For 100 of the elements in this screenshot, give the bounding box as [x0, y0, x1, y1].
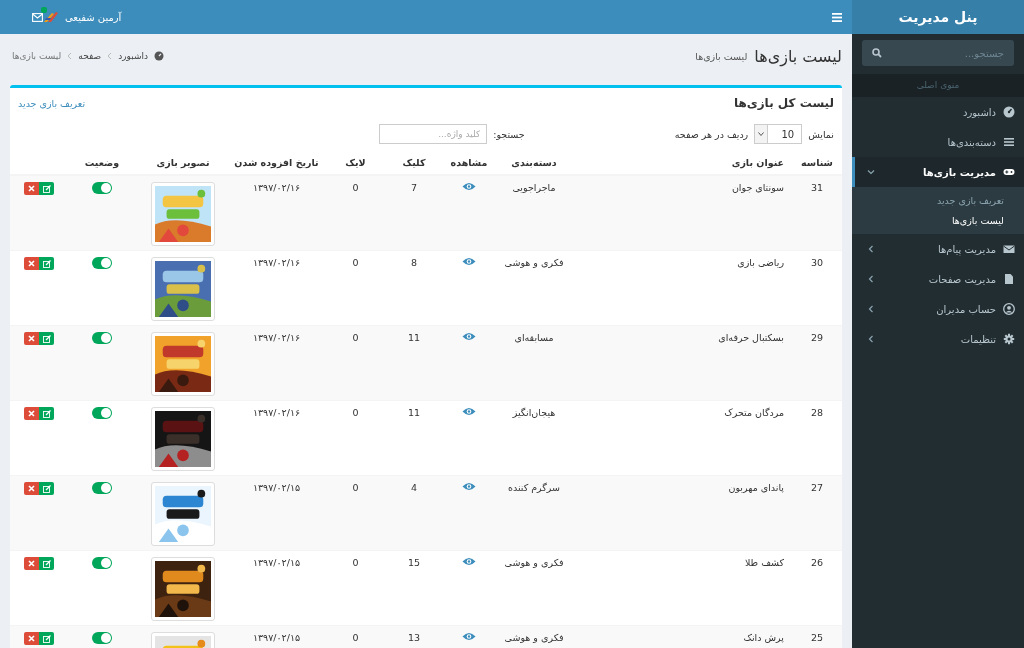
eye-icon[interactable] — [462, 407, 476, 416]
table-cell: ۱۳۹۷/۰۲/۱۵ — [252, 632, 301, 643]
table-cell: 27 — [810, 482, 824, 493]
menu-item[interactable]: داشبورد — [852, 97, 1024, 127]
table-cell: 25 — [810, 632, 824, 643]
close-icon — [28, 485, 35, 492]
table-cell: 11 — [407, 407, 421, 418]
status-toggle[interactable] — [92, 632, 112, 644]
file-icon — [1003, 273, 1015, 285]
envelope-icon — [1003, 243, 1015, 255]
table-cell: 29 — [810, 332, 824, 343]
eye-icon[interactable] — [462, 632, 476, 641]
caret-icon — [867, 305, 875, 313]
table-cell: فکری و هوشی — [504, 632, 564, 643]
edit-button[interactable] — [39, 332, 54, 345]
table-cell: ۱۳۹۷/۰۲/۱۶ — [252, 257, 301, 268]
box-title: لیست کل بازی‌ها — [733, 96, 834, 110]
breadcrumb-item: لیست بازی‌ها — [12, 51, 62, 61]
edit-button[interactable] — [39, 182, 54, 195]
dashboard-icon — [153, 51, 164, 61]
close-icon — [28, 560, 35, 567]
table-cell: 4 — [410, 482, 417, 493]
edit-button[interactable] — [39, 257, 54, 270]
status-toggle[interactable] — [92, 482, 112, 494]
caret-icon — [867, 245, 875, 253]
table-cell: 26 — [810, 557, 824, 568]
caret-icon — [867, 168, 875, 176]
edit-button[interactable] — [39, 407, 54, 420]
table-cell: 8 — [410, 257, 417, 268]
search-icon[interactable] — [872, 48, 882, 58]
chevron-icon — [67, 52, 73, 60]
table-cell: 30 — [810, 257, 824, 268]
length-label: ردیف در هر صفحه — [674, 128, 749, 140]
table-cell: کشف طلا — [744, 557, 784, 568]
delete-button[interactable] — [24, 182, 39, 195]
table-cell: 0 — [352, 407, 359, 418]
eye-icon[interactable] — [462, 257, 476, 266]
edit-icon — [42, 259, 51, 268]
table-cell: بسکتبال حرفه‌ای — [718, 332, 784, 343]
delete-button[interactable] — [24, 257, 39, 270]
user-name[interactable]: آرمین شفیعی — [65, 11, 122, 23]
delete-button[interactable] — [24, 407, 39, 420]
envelope-icon[interactable] — [32, 12, 43, 22]
edit-button[interactable] — [39, 557, 54, 570]
menu-item[interactable]: مدیریت پیام‌ها — [852, 234, 1024, 264]
edit-button[interactable] — [39, 482, 54, 495]
eye-icon[interactable] — [462, 332, 476, 341]
edit-button[interactable] — [39, 632, 54, 645]
edit-icon — [42, 409, 51, 418]
table-cell: ماجراجویی — [512, 182, 556, 193]
submenu-item[interactable]: لیست بازی‌ها — [852, 210, 1024, 230]
delete-button[interactable] — [24, 332, 39, 345]
breadcrumb-item[interactable]: داشبورد — [118, 51, 148, 61]
status-toggle[interactable] — [92, 332, 112, 344]
table-cell: فکری و هوشی — [504, 257, 564, 268]
table-cell: 13 — [407, 632, 421, 643]
delete-button[interactable] — [24, 632, 39, 645]
search-field[interactable]: جستجو... — [862, 40, 1014, 66]
breadcrumb-item[interactable]: صفحه — [78, 51, 102, 61]
close-icon — [28, 635, 35, 642]
table-cell: مردگان متحرک — [724, 407, 784, 418]
status-toggle[interactable] — [92, 557, 112, 569]
close-icon — [28, 185, 35, 192]
search-field[interactable]: کلید واژه... — [379, 124, 488, 144]
caret-icon — [867, 335, 875, 343]
edit-icon — [42, 184, 51, 193]
table-cell: ۱۳۹۷/۰۲/۱۵ — [252, 482, 301, 493]
eye-icon[interactable] — [462, 557, 476, 566]
status-toggle[interactable] — [92, 182, 112, 194]
table-cell: ریاضی بازی — [737, 257, 784, 268]
edit-icon — [42, 484, 51, 493]
menu-item[interactable]: دسته‌بندی‌ها — [852, 127, 1024, 157]
status-toggle[interactable] — [92, 257, 112, 269]
chevron-icon — [107, 52, 113, 60]
status-toggle[interactable] — [92, 407, 112, 419]
table-cell: 0 — [352, 182, 359, 193]
menu-item[interactable]: حساب مدیران — [852, 294, 1024, 324]
caret-icon — [758, 132, 765, 136]
delete-button[interactable] — [24, 557, 39, 570]
page-subtitle: لیست بازی‌ها — [695, 50, 748, 62]
menu-item[interactable]: تنظیمات — [852, 324, 1024, 354]
page-title: لیست بازی‌ها — [754, 46, 842, 66]
close-icon — [28, 260, 35, 267]
eye-icon[interactable] — [462, 482, 476, 491]
table-cell: 0 — [352, 257, 359, 268]
page-length-select[interactable]: 10 — [754, 124, 803, 144]
menu-item[interactable]: مدیریت صفحات — [852, 264, 1024, 294]
add-game-link[interactable]: تعریف بازی جدید — [18, 97, 86, 109]
eye-icon[interactable] — [462, 182, 476, 191]
menu-icon[interactable] — [832, 12, 842, 22]
table-cell: 31 — [810, 182, 824, 193]
table-cell: هیجان‌انگیز — [512, 407, 556, 418]
submenu-item[interactable]: تعریف بازی جدید — [852, 190, 1024, 210]
delete-button[interactable] — [24, 482, 39, 495]
table-cell: پرش دانک — [743, 632, 784, 643]
settings-icon — [1003, 333, 1015, 345]
edit-icon — [42, 559, 51, 568]
logo-icon — [43, 11, 59, 23]
length-label: نمایش — [808, 128, 834, 140]
menu-item[interactable]: مدیریت بازی‌ها — [852, 157, 1024, 187]
